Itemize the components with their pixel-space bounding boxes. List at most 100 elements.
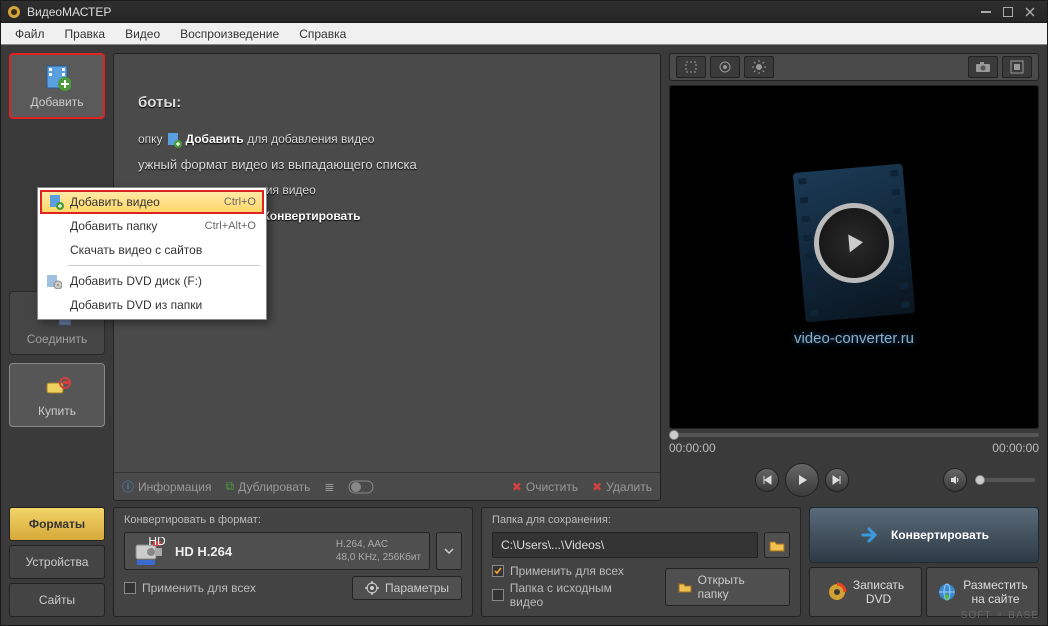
minimize-button[interactable]	[975, 4, 997, 20]
play-icon	[795, 473, 809, 487]
camcorder-icon: HD	[133, 537, 167, 565]
time-current: 00:00:00	[669, 441, 716, 455]
preview-toolbar	[669, 53, 1039, 81]
convert-arrow-icon	[859, 524, 881, 546]
action-box: Конвертировать ЗаписатьDVD Разместитьна …	[809, 507, 1039, 617]
checkbox-checked-icon	[492, 565, 504, 577]
delete-icon: ✖	[592, 480, 602, 494]
menu-add-dvd-disk[interactable]: Добавить DVD диск (F:)	[40, 269, 264, 293]
clear-icon: ✖	[512, 480, 522, 494]
play-large-icon	[811, 199, 898, 286]
volume-slider[interactable]	[975, 478, 1035, 482]
play-button[interactable]	[785, 463, 819, 497]
menu-add-folder[interactable]: Добавить папку Ctrl+Alt+O	[40, 214, 264, 238]
params-button[interactable]: Параметры	[352, 576, 462, 600]
preview-brand: video-converter.ru	[794, 330, 914, 347]
menu-add-video[interactable]: Добавить видео Ctrl+O	[40, 190, 264, 214]
format-dropdown[interactable]	[436, 532, 462, 570]
next-icon	[831, 474, 843, 486]
list-toolbar: ⓘИнформация ⧉Дублировать ≣ ✖Очистить ✖Уд…	[114, 472, 660, 500]
list-icon: ≣	[324, 480, 334, 494]
add-button-label: Добавить	[30, 95, 83, 109]
format-name: HD H.264	[175, 544, 232, 559]
crop-icon	[684, 60, 698, 74]
tab-devices[interactable]: Устройства	[9, 545, 105, 579]
maximize-button[interactable]	[997, 4, 1019, 20]
list-view-button[interactable]: ≣	[324, 480, 334, 494]
bottom-row: Форматы Устройства Сайты Конвертировать …	[9, 507, 1039, 617]
tab-formats[interactable]: Форматы	[9, 507, 105, 541]
menu-separator	[68, 265, 260, 266]
clear-button[interactable]: ✖Очистить	[512, 480, 578, 494]
burn-dvd-button[interactable]: ЗаписатьDVD	[809, 567, 922, 617]
tab-sites[interactable]: Сайты	[9, 583, 105, 617]
open-folder-button[interactable]: Открыть папку	[665, 568, 790, 606]
menu-file[interactable]: Файл	[5, 25, 55, 43]
gear-icon	[365, 581, 379, 595]
titlebar[interactable]: ВидеоМАСТЕР	[1, 1, 1047, 23]
menu-video[interactable]: Видео	[115, 25, 170, 43]
preview-screen[interactable]: video-converter.ru	[669, 85, 1039, 429]
format-label: Конвертировать в формат:	[124, 514, 462, 526]
menu-download[interactable]: Скачать видео с сайтов	[40, 238, 264, 262]
convert-button[interactable]: Конвертировать	[809, 507, 1039, 563]
buy-button[interactable]: Купить	[9, 363, 105, 427]
crop-button[interactable]	[676, 56, 706, 78]
delete-button[interactable]: ✖Удалить	[592, 480, 652, 494]
save-same-folder[interactable]: Папка с исходным видео	[492, 581, 645, 609]
connect-button-label: Соединить	[27, 332, 88, 346]
sun-icon	[752, 60, 766, 74]
prev-button[interactable]	[755, 468, 779, 492]
format-box: Конвертировать в формат: HD HD H.264 H.2…	[113, 507, 473, 617]
duplicate-button[interactable]: ⧉Дублировать	[226, 479, 311, 494]
format-select[interactable]: HD HD H.264 H.264, AAC 48,0 KHz, 256Кбит	[124, 532, 430, 570]
effects-button[interactable]	[710, 56, 740, 78]
watermark: SOFT ⚬ BASE	[961, 610, 1039, 621]
save-box: Папка для сохранения: Применить для всех	[481, 507, 801, 617]
format-tabs: Форматы Устройства Сайты	[9, 507, 105, 617]
menu-add-dvd-folder[interactable]: Добавить DVD из папки	[40, 293, 264, 317]
playback-controls	[755, 459, 849, 501]
info-button[interactable]: ⓘИнформация	[122, 478, 212, 495]
prev-icon	[761, 474, 773, 486]
speaker-icon	[949, 474, 961, 486]
time-total: 00:00:00	[992, 441, 1039, 455]
menu-edit[interactable]: Правка	[55, 25, 116, 43]
save-apply-all[interactable]: Применить для всех	[492, 564, 645, 578]
svg-text:HD: HD	[148, 537, 166, 548]
menu-help[interactable]: Справка	[289, 25, 356, 43]
film-add-small-icon	[166, 132, 182, 148]
dvd-disc-icon	[46, 273, 62, 289]
mute-button[interactable]	[943, 468, 967, 492]
app-window: ВидеоМАСТЕР Файл Правка Видео Воспроизве…	[0, 0, 1048, 626]
info-icon: ⓘ	[122, 478, 134, 495]
add-button[interactable]: Добавить	[9, 53, 105, 119]
buy-button-label: Купить	[38, 404, 76, 418]
duplicate-icon: ⧉	[226, 479, 235, 494]
format-apply-all[interactable]: Применить для всех	[124, 581, 256, 595]
fullscreen-button[interactable]	[1002, 56, 1032, 78]
checkbox-icon	[124, 582, 136, 594]
app-logo-icon	[7, 5, 21, 19]
save-path-input[interactable]	[492, 532, 758, 558]
seek-slider[interactable]	[669, 433, 1039, 437]
effects-icon	[718, 60, 732, 74]
menu-playback[interactable]: Воспроизведение	[170, 25, 289, 43]
toggle-button[interactable]	[348, 480, 374, 494]
snapshot-button[interactable]	[968, 56, 998, 78]
hint-line-2: ужный формат видео из выпадающего списка	[138, 155, 636, 175]
menubar: Файл Правка Видео Воспроизведение Справк…	[1, 23, 1047, 45]
add-context-menu: Добавить видео Ctrl+O Добавить папку Ctr…	[37, 187, 267, 320]
close-button[interactable]	[1019, 4, 1041, 20]
next-button[interactable]	[825, 468, 849, 492]
folder-icon	[769, 538, 785, 552]
buy-icon	[43, 373, 71, 401]
body: Добавить Соединить Купить	[1, 45, 1047, 625]
browse-button[interactable]	[764, 532, 790, 558]
film-add-icon	[43, 64, 71, 92]
chevron-down-icon	[444, 548, 454, 554]
brightness-button[interactable]	[744, 56, 774, 78]
hint-line-1: опку Добавить для добавления видео	[138, 129, 636, 149]
volume-control	[943, 468, 1035, 492]
film-add-icon	[48, 194, 64, 210]
